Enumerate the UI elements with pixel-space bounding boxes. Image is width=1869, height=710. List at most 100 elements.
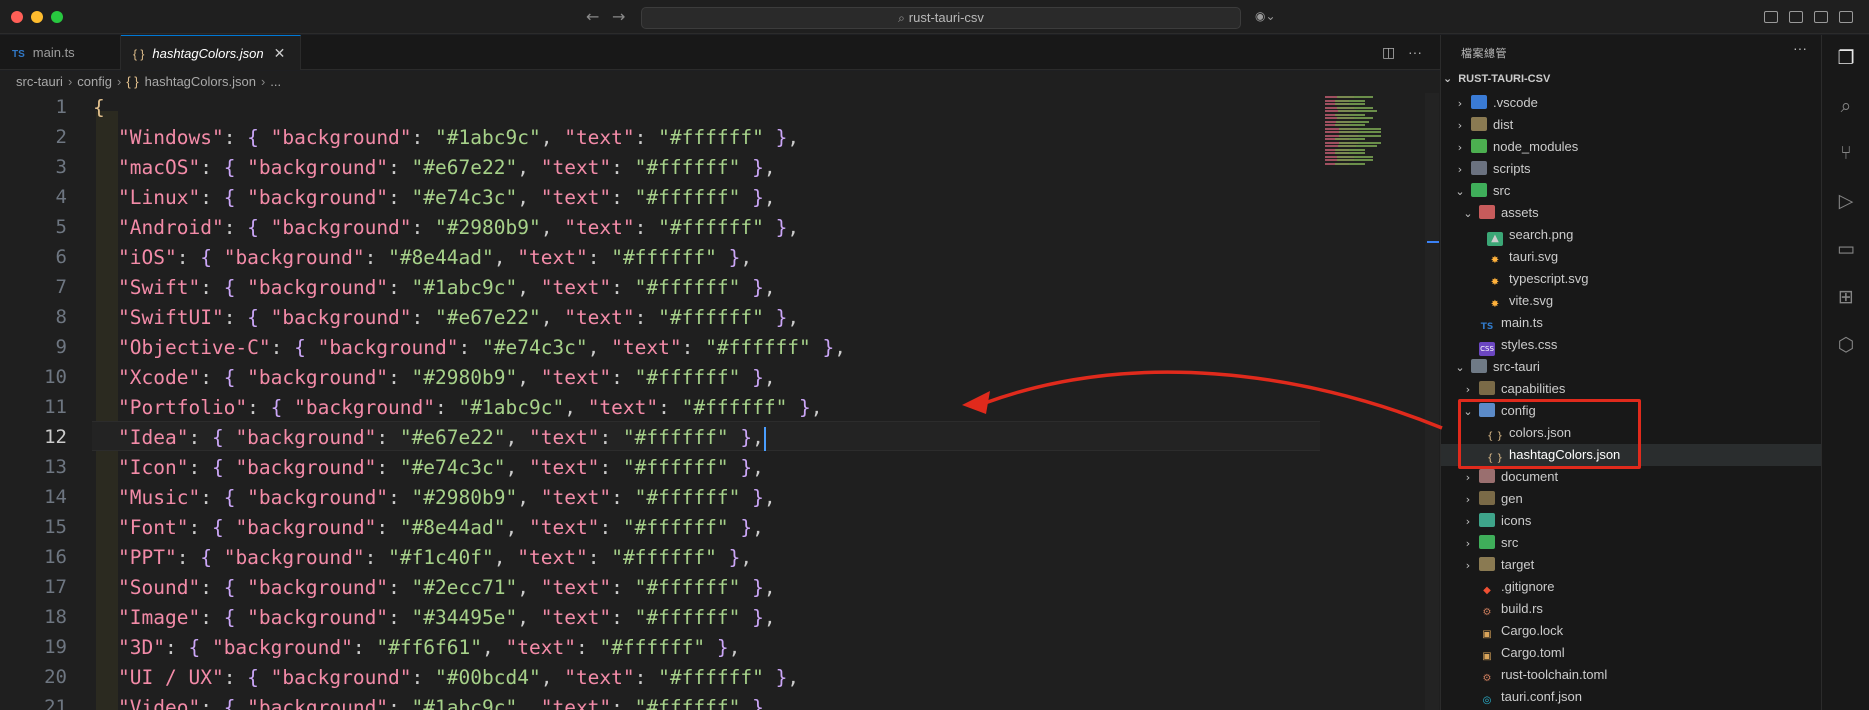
tab-main-ts[interactable]: TS main.ts <box>0 35 121 70</box>
tree-item[interactable]: ✸ tauri.svg <box>1441 246 1822 268</box>
code-line[interactable]: "Portfolio": { "background": "#1abc9c", … <box>118 393 823 423</box>
key-text: "text" <box>528 516 600 539</box>
more-actions-icon[interactable]: ··· <box>1408 44 1422 60</box>
code-line[interactable]: "Image": { "background": "#34495e", "tex… <box>118 603 776 633</box>
code-line[interactable]: "UI / UX": { "background": "#00bcd4", "t… <box>118 663 799 693</box>
command-center-search[interactable]: ⌕ rust-tauri-csv <box>641 7 1241 29</box>
breadcrumb-item[interactable]: hashtagColors.json <box>145 74 256 89</box>
tree-item[interactable]: ▣ Cargo.lock <box>1441 620 1822 642</box>
tree-item-label: styles.css <box>1501 337 1558 352</box>
code-line[interactable]: "SwiftUI": { "background": "#e67e22", "t… <box>118 303 799 333</box>
background-value: #e67e22 <box>446 306 529 329</box>
breadcrumb-item[interactable]: ... <box>270 74 281 89</box>
close-window-button[interactable] <box>11 11 23 23</box>
tree-item[interactable]: TS main.ts <box>1441 312 1822 334</box>
quote: " <box>552 396 565 419</box>
explorer-icon[interactable]: ❐ <box>1835 47 1857 69</box>
tree-item[interactable]: ▲ search.png <box>1441 224 1822 246</box>
tree-item[interactable]: CSS styles.css <box>1441 334 1822 356</box>
tree-item[interactable]: ⌄ assets <box>1441 202 1822 224</box>
tree-item[interactable]: ◎ tauri.conf.json <box>1441 686 1822 708</box>
colon: : <box>200 186 224 209</box>
tree-item[interactable]: › .vscode <box>1441 92 1822 114</box>
tree-item[interactable]: ▣ Cargo.toml <box>1441 642 1822 664</box>
tree-item-label: main.ts <box>1501 315 1543 330</box>
quote: " <box>411 366 424 389</box>
split-editor-icon[interactable]: ◫ <box>1382 44 1395 61</box>
quote: " <box>118 336 130 359</box>
background-value: #2ecc71 <box>423 576 506 599</box>
code-line[interactable]: { <box>93 93 105 123</box>
tree-item[interactable]: ◆ .gitignore <box>1441 576 1822 598</box>
code-line[interactable]: "Sound": { "background": "#2ecc71", "tex… <box>118 573 776 603</box>
code-line[interactable]: "PPT": { "background": "#f1c40f", "text"… <box>118 543 752 573</box>
indent-guide <box>96 111 118 710</box>
editor-scrollbar[interactable] <box>1425 93 1439 710</box>
remote-explorer-icon[interactable]: ▭ <box>1835 238 1857 260</box>
source-control-icon[interactable]: ⑂ <box>1835 142 1857 164</box>
code-line[interactable]: "iOS": { "background": "#8e44ad", "text"… <box>118 243 752 273</box>
tree-item[interactable]: › scripts <box>1441 158 1822 180</box>
colon: : <box>364 546 389 569</box>
copilot-icon[interactable]: ◉⌄ <box>1255 9 1285 25</box>
tree-item[interactable]: ⌄ src-tauri <box>1441 356 1822 378</box>
chevron-right-icon: › <box>260 74 266 89</box>
toggle-sidebar-icon[interactable] <box>1789 11 1803 23</box>
minimize-window-button[interactable] <box>31 11 43 23</box>
tree-item[interactable]: › target <box>1441 554 1822 576</box>
code-editor[interactable]: 1 2 3 4 5 6 7 8 9 10 11 12 13 14 15 16 17 18 19 20 21 {"Wind… <box>0 93 1440 710</box>
quote: " <box>188 486 201 509</box>
minimap[interactable] <box>1325 93 1385 168</box>
close-tab-icon[interactable]: ✕ <box>274 45 286 61</box>
code-line[interactable]: "Android": { "background": "#2980b9", "t… <box>118 213 799 243</box>
code-line[interactable]: "macOS": { "background": "#e67e22", "tex… <box>118 153 776 183</box>
tree-item[interactable]: › src <box>1441 532 1822 554</box>
code-line[interactable]: "Font": { "background": "#8e44ad", "text… <box>118 513 764 543</box>
chevron-right-icon: › <box>1465 537 1471 550</box>
tree-item[interactable]: › document <box>1441 466 1822 488</box>
maximize-window-button[interactable] <box>51 11 63 23</box>
colon: : <box>223 126 248 149</box>
code-line[interactable]: "Xcode": { "background": "#2980b9", "tex… <box>118 363 776 393</box>
toggle-panel-icon[interactable] <box>1764 11 1778 23</box>
tree-item[interactable]: › gen <box>1441 488 1822 510</box>
quote: " <box>658 666 670 689</box>
code-line[interactable]: "Idea": { "background": "#e67e22", "text… <box>118 423 766 453</box>
tree-item[interactable]: ⚙ build.rs <box>1441 598 1822 620</box>
forward-arrow-icon[interactable]: → <box>612 7 625 26</box>
tree-item[interactable]: › icons <box>1441 510 1822 532</box>
code-line[interactable]: "Icon": { "background": "#e74c3c", "text… <box>118 453 764 483</box>
tree-item[interactable]: ⌄ src <box>1441 180 1822 202</box>
tree-item-label: build.rs <box>1501 601 1543 616</box>
search-icon[interactable]: ⌕ <box>1835 95 1857 117</box>
code-line[interactable]: "Music": { "background": "#2980b9", "tex… <box>118 483 776 513</box>
back-arrow-icon[interactable]: ← <box>586 7 599 26</box>
text-value: #ffffff <box>646 606 729 629</box>
json-key: Portfolio <box>129 396 236 419</box>
run-debug-icon[interactable]: ▷ <box>1835 190 1857 212</box>
code-line[interactable]: "Windows": { "background": "#1abc9c", "t… <box>118 123 799 153</box>
code-line[interactable]: "3D": { "background": "#ff6f61", "text":… <box>118 633 740 663</box>
code-line[interactable]: "Linux": { "background": "#e74c3c", "tex… <box>118 183 776 213</box>
colon: : <box>411 666 436 689</box>
tree-item[interactable]: › dist <box>1441 114 1822 136</box>
tree-item[interactable]: ⚙ rust-toolchain.toml <box>1441 664 1822 686</box>
explorer-more-icon[interactable]: ··· <box>1793 40 1807 56</box>
tree-item[interactable]: ✸ vite.svg <box>1441 290 1822 312</box>
tree-item[interactable]: ✸ typescript.svg <box>1441 268 1822 290</box>
code-line[interactable]: "Video": { "background": "#1abc9c", "tex… <box>118 693 776 710</box>
quote: " <box>435 216 447 239</box>
docker-icon[interactable]: ⬡ <box>1835 334 1857 356</box>
code-line[interactable]: "Objective-C": { "background": "#e74c3c"… <box>118 333 846 363</box>
tab-hashtagcolors-json[interactable]: { } hashtagColors.json ✕ <box>121 35 301 70</box>
customize-layout-icon[interactable] <box>1839 11 1853 23</box>
tree-item[interactable]: › node_modules <box>1441 136 1822 158</box>
tree-item[interactable]: › capabilities <box>1441 378 1822 400</box>
code-line[interactable]: "Swift": { "background": "#1abc9c", "tex… <box>118 273 776 303</box>
breadcrumb-item[interactable]: config <box>77 74 112 89</box>
brace: } <box>740 576 764 599</box>
explorer-root[interactable]: ⌄ RUST-TAURI-CSV <box>1443 72 1550 85</box>
toggle-bottom-panel-icon[interactable] <box>1814 11 1828 23</box>
extensions-icon[interactable]: ⊞ <box>1835 286 1857 308</box>
breadcrumb-item[interactable]: src-tauri <box>16 74 63 89</box>
